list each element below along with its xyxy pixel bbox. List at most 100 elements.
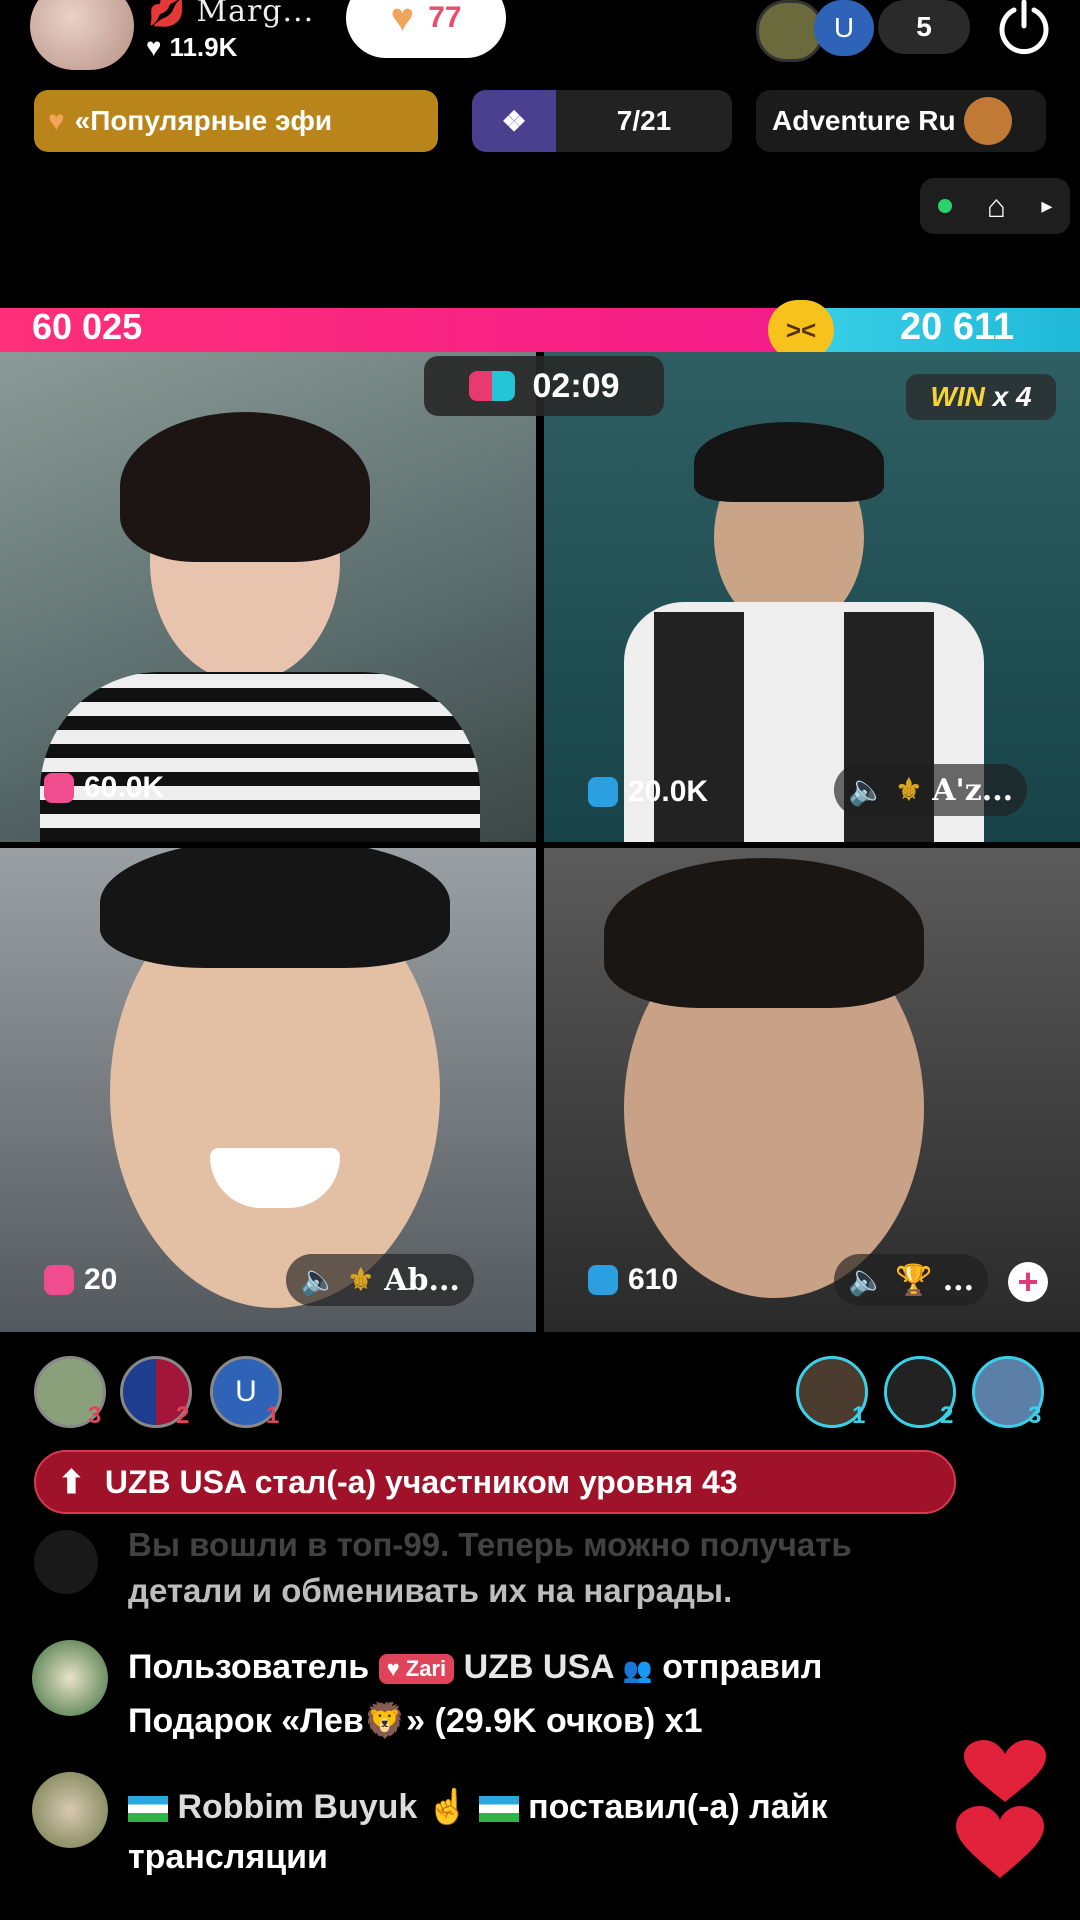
- live-dot-icon: [937, 199, 952, 213]
- gift-line-2b: » (29.9K очков) x1: [406, 1702, 703, 1740]
- heart-count: 77: [428, 1, 462, 34]
- system-message: Вы вошли в топ-99. Теперь можно получать…: [128, 1522, 1048, 1614]
- heart-icon: ♥: [146, 32, 162, 62]
- power-icon[interactable]: [994, 0, 1054, 56]
- host-name-row[interactable]: 💋 Marg...: [148, 0, 314, 29]
- avatar-letter: U: [235, 1375, 257, 1408]
- points-value: 60.0K: [84, 771, 165, 804]
- points-tag: 60.0K: [30, 762, 178, 814]
- speaker-icon: 🔈: [300, 1263, 338, 1297]
- host-likes: ♥ 11.9K: [146, 32, 237, 63]
- chevron-right-icon[interactable]: ▸: [1041, 193, 1052, 219]
- home-icon[interactable]: ⌂: [987, 188, 1006, 225]
- floating-hearts-icon: [956, 1740, 1046, 1878]
- host-name: Marg...: [196, 0, 315, 29]
- participant-hair: [604, 858, 924, 1008]
- like-text-2: трансляции: [128, 1838, 328, 1876]
- gift-prefix: Пользователь: [128, 1648, 370, 1686]
- laughing-emoji-icon: ><: [768, 300, 834, 360]
- speaker-icon: 🔈: [848, 1263, 886, 1297]
- popular-label: «Популярные эфи: [74, 105, 333, 136]
- heart-icon: ♥: [48, 105, 65, 136]
- participant-name: A'z...: [932, 772, 1014, 808]
- finger-up-icon: ☝: [426, 1788, 470, 1826]
- speaker-icon: 🔈: [848, 773, 886, 807]
- event-badge-icon: ❖: [472, 90, 556, 152]
- points-value: 20.0K: [628, 775, 709, 808]
- popular-streams-button[interactable]: ♥ «Популярные эфи: [34, 90, 438, 152]
- fan-badge-label: Zari: [405, 1656, 447, 1682]
- add-icon[interactable]: +: [1008, 1262, 1048, 1302]
- users-icon: 👥: [622, 1657, 653, 1684]
- adventure-button[interactable]: Adventure Ru: [756, 90, 1046, 152]
- video-tile-4[interactable]: 610 🔈 🏆 ...: [544, 848, 1080, 1332]
- like-username[interactable]: Robbim Buyuk: [177, 1788, 417, 1826]
- chat-avatar[interactable]: [32, 1640, 108, 1716]
- viewer-count[interactable]: 5: [878, 0, 970, 54]
- mini-controls[interactable]: ⌂ ▸: [920, 178, 1070, 234]
- heart-icon: ♥: [390, 0, 415, 40]
- rank-number: 3: [1028, 1402, 1042, 1429]
- rank-number: 1: [852, 1402, 866, 1429]
- score-left: 60 025: [32, 306, 143, 347]
- alarm-icon: [588, 777, 618, 807]
- participant-name: ...: [942, 1262, 975, 1298]
- viewer-avatar[interactable]: U: [814, 0, 874, 56]
- points-tag: 20.0K: [574, 766, 722, 818]
- gift-username[interactable]: UZB USA: [464, 1648, 614, 1686]
- level-banner-text: UZB USA стал(-а) участником уровня 43: [104, 1463, 738, 1500]
- fleur-icon: ⚜: [347, 1263, 375, 1297]
- rank-number: 1: [266, 1402, 280, 1429]
- follow-heart-button[interactable]: ♥ 77: [346, 0, 506, 58]
- fan-badge: ♥ Zari: [378, 1654, 455, 1685]
- uzbekistan-flag-icon: [128, 1796, 168, 1823]
- participant-name-tag[interactable]: 🔈 ⚜ A'z...: [834, 764, 1028, 816]
- points-value: 20: [84, 1263, 118, 1296]
- participant-hair: [100, 848, 450, 968]
- win-count: x 4: [992, 381, 1032, 412]
- system-line-2: детали и обменивать их на награды.: [128, 1572, 733, 1609]
- arrow-up-icon: ⬆: [58, 1464, 85, 1500]
- participant-hair: [694, 422, 884, 502]
- gift-line-2a: Подарок «Лев: [128, 1702, 364, 1740]
- battle-timer: 02:09: [424, 356, 664, 416]
- host-likes-count: 11.9K: [169, 32, 238, 62]
- striped-shirt: [40, 672, 480, 842]
- participant-name-tag[interactable]: 🔈 🏆 ...: [834, 1254, 989, 1306]
- rank-button[interactable]: ❖ 7/21: [472, 90, 732, 152]
- lion-icon: 🦁: [363, 1702, 407, 1740]
- level-up-banner: ⬆ UZB USA стал(-а) участником уровня 43: [34, 1450, 956, 1514]
- alarm-icon: [44, 1265, 74, 1295]
- participant-hair: [120, 412, 370, 562]
- video-tile-3[interactable]: 20 🔈 ⚜ Ab...: [0, 848, 536, 1332]
- lips-icon: 💋: [148, 0, 187, 29]
- rank-text: 7/21: [616, 105, 672, 136]
- participant-name-tag[interactable]: 🔈 ⚜ Ab...: [286, 1254, 474, 1306]
- points-value: 610: [628, 1263, 679, 1296]
- host-avatar[interactable]: [30, 0, 134, 70]
- alarm-icon: [588, 1265, 618, 1295]
- adventure-label: Adventure Ru: [772, 105, 956, 136]
- viewer-count-value: 5: [916, 11, 932, 42]
- uzbekistan-flag-icon: [478, 1796, 519, 1823]
- points-tag: 20: [30, 1254, 131, 1306]
- points-tag: 610: [574, 1254, 692, 1306]
- participant-name: Ab...: [384, 1262, 460, 1298]
- diamond-icon: [34, 1530, 98, 1594]
- rank-number: 2: [176, 1402, 190, 1429]
- trophy-icon: 🏆: [895, 1263, 933, 1297]
- system-line-1: Вы вошли в топ-99. Теперь можно получать: [128, 1526, 852, 1563]
- timer-value: 02:09: [532, 366, 620, 405]
- video-tile-1[interactable]: 60.0K: [0, 352, 536, 842]
- video-tile-2[interactable]: 20.0K 🔈 ⚜ A'z...: [544, 352, 1080, 842]
- win-streak-badge: WIN x 4: [906, 374, 1056, 420]
- viewer-avatar-letter: U: [833, 12, 855, 43]
- like-text: поставил(-а) лайк: [528, 1788, 828, 1826]
- gift-message: Пользователь ♥ Zari UZB USA 👥 отправил П…: [128, 1642, 1028, 1746]
- like-message: Robbim Buyuk ☝ поставил(-а) лайк трансля…: [128, 1782, 1028, 1882]
- chat-avatar[interactable]: [32, 1772, 108, 1848]
- gift-verb: отправил: [662, 1648, 823, 1686]
- bear-icon: [963, 97, 1012, 145]
- rank-number: 3: [88, 1402, 102, 1429]
- boxing-gloves-icon: [468, 371, 515, 401]
